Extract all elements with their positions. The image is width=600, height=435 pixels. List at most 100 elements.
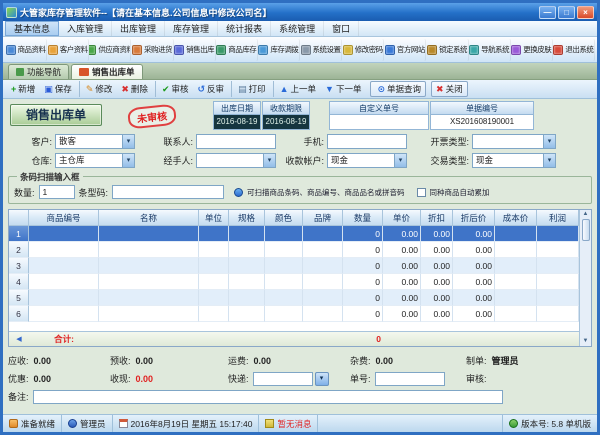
cell-profit[interactable] <box>537 242 579 258</box>
cell-discount[interactable]: 0.00 <box>421 226 453 242</box>
cell-product-code[interactable] <box>29 242 99 258</box>
cell-qty[interactable]: 0 <box>343 242 383 258</box>
action-button[interactable]: ✎ 修改 <box>79 81 117 97</box>
cell-unit[interactable] <box>199 258 229 274</box>
toolbar-item[interactable]: 修改密码 <box>342 39 384 61</box>
action-button[interactable]: ▣ 保存 <box>40 81 76 97</box>
table-row[interactable]: 4 0 0.00 0.00 0.00 <box>9 274 579 290</box>
toolbar-item[interactable]: 系统设置 <box>300 39 342 61</box>
scroll-up-icon[interactable]: ▲ <box>583 211 589 218</box>
phone-input[interactable] <box>327 134 407 149</box>
cell-profit[interactable] <box>537 226 579 242</box>
cell-brand[interactable] <box>303 306 343 322</box>
cell-price[interactable]: 0.00 <box>383 306 421 322</box>
payment-account-select[interactable]: 现金 ▾ <box>327 153 407 168</box>
toolbar-item[interactable]: 更换皮肤 <box>511 39 553 61</box>
document-number-field[interactable]: XS201608190001 <box>430 115 534 130</box>
auto-accumulate-checkbox[interactable] <box>417 188 426 197</box>
tab-function-nav[interactable]: 功能导航 <box>8 64 69 79</box>
cell-product-code[interactable] <box>29 258 99 274</box>
col-discounted-price[interactable]: 折后价 <box>453 210 495 226</box>
cell-name[interactable] <box>99 226 199 242</box>
table-row[interactable]: 6 0 0.00 0.00 0.00 <box>9 306 579 322</box>
col-brand[interactable]: 品牌 <box>303 210 343 226</box>
toolbar-item[interactable]: 官方网站 <box>384 39 426 61</box>
cell-name[interactable] <box>99 306 199 322</box>
outbound-date-field[interactable]: 2016-08-19 <box>213 115 261 130</box>
close-button[interactable]: × <box>577 6 594 19</box>
menu-item[interactable]: 入库管理 <box>59 21 112 36</box>
cell-color[interactable] <box>265 290 303 306</box>
cell-spec[interactable] <box>229 290 265 306</box>
chevron-down-icon[interactable]: ▾ <box>543 154 555 167</box>
cell-discount[interactable]: 0.00 <box>421 274 453 290</box>
cell-discounted-price[interactable]: 0.00 <box>453 258 495 274</box>
toolbar-item[interactable]: 供应商资料 <box>89 39 131 61</box>
menu-item[interactable]: 出库管理 <box>112 21 165 36</box>
col-cost[interactable]: 成本价 <box>495 210 537 226</box>
tab-sales-outbound[interactable]: 销售出库单 <box>71 64 143 79</box>
customer-select[interactable]: 散客 ▾ <box>55 134 135 149</box>
table-row[interactable]: 2 0 0.00 0.00 0.00 <box>9 242 579 258</box>
cell-cost[interactable] <box>495 226 537 242</box>
warehouse-select[interactable]: 主仓库 ▾ <box>55 153 135 168</box>
cell-price[interactable]: 0.00 <box>383 242 421 258</box>
toolbar-item[interactable]: 导航系统 <box>469 39 511 61</box>
menu-item[interactable]: 基本信息 <box>5 21 59 36</box>
cell-spec[interactable] <box>229 258 265 274</box>
cell-product-code[interactable] <box>29 306 99 322</box>
toolbar-item[interactable]: 退出系统 <box>553 39 595 61</box>
action-button[interactable]: ▲ 上一单 <box>273 81 320 97</box>
cell-discount[interactable]: 0.00 <box>421 258 453 274</box>
toolbar-item[interactable]: 商品资料 <box>5 39 47 61</box>
hscroll-left-arrow-icon[interactable]: ◀ <box>9 332 29 346</box>
cell-name[interactable] <box>99 290 199 306</box>
cell-product-code[interactable] <box>29 290 99 306</box>
cell-discounted-price[interactable]: 0.00 <box>453 274 495 290</box>
cell-unit[interactable] <box>199 290 229 306</box>
cell-qty[interactable]: 0 <box>343 290 383 306</box>
cell-profit[interactable] <box>537 258 579 274</box>
menu-item[interactable]: 库存管理 <box>165 21 218 36</box>
chevron-down-icon[interactable]: ▾ <box>122 135 134 148</box>
menu-item[interactable]: 统计报表 <box>218 21 271 36</box>
barcode-input[interactable] <box>112 185 224 199</box>
col-profit[interactable]: 利润 <box>537 210 579 226</box>
express-input[interactable] <box>253 372 313 386</box>
cell-qty[interactable]: 0 <box>343 258 383 274</box>
toolbar-item[interactable]: 锁定系统 <box>426 39 468 61</box>
action-button[interactable]: ✔ 审核 <box>155 81 193 97</box>
cell-qty[interactable]: 0 <box>343 274 383 290</box>
col-spec[interactable]: 规格 <box>229 210 265 226</box>
toolbar-item[interactable]: 销售出库 <box>174 39 216 61</box>
col-price[interactable]: 单价 <box>383 210 421 226</box>
toolbar-item[interactable]: 库存调拨 <box>258 39 300 61</box>
cell-discount[interactable]: 0.00 <box>421 306 453 322</box>
cell-discount[interactable]: 0.00 <box>421 242 453 258</box>
cell-discounted-price[interactable]: 0.00 <box>453 306 495 322</box>
action-button[interactable]: + 新增 <box>7 81 39 97</box>
cell-discounted-price[interactable]: 0.00 <box>453 242 495 258</box>
cell-unit[interactable] <box>199 306 229 322</box>
table-row[interactable]: 5 0 0.00 0.00 0.00 <box>9 290 579 306</box>
cell-brand[interactable] <box>303 274 343 290</box>
payment-due-field[interactable]: 2016-08-19 <box>262 115 310 130</box>
cell-name[interactable] <box>99 258 199 274</box>
col-unit[interactable]: 单位 <box>199 210 229 226</box>
col-product-code[interactable]: 商品编号 <box>29 210 99 226</box>
cell-discounted-price[interactable]: 0.00 <box>453 226 495 242</box>
cell-name[interactable] <box>99 242 199 258</box>
menu-item[interactable]: 窗口 <box>324 21 359 36</box>
toolbar-item[interactable]: 客户资料 <box>47 39 89 61</box>
custom-number-field[interactable] <box>329 115 429 130</box>
handler-select[interactable]: ▾ <box>196 153 276 168</box>
action-button[interactable]: ▤ 打印 <box>231 81 270 97</box>
cell-color[interactable] <box>265 242 303 258</box>
cell-color[interactable] <box>265 258 303 274</box>
cell-price[interactable]: 0.00 <box>383 226 421 242</box>
cell-cost[interactable] <box>495 274 537 290</box>
action-button[interactable]: ✖ 删除 <box>117 81 152 97</box>
cell-discounted-price[interactable]: 0.00 <box>453 290 495 306</box>
cell-brand[interactable] <box>303 226 343 242</box>
maximize-button[interactable]: □ <box>558 6 575 19</box>
